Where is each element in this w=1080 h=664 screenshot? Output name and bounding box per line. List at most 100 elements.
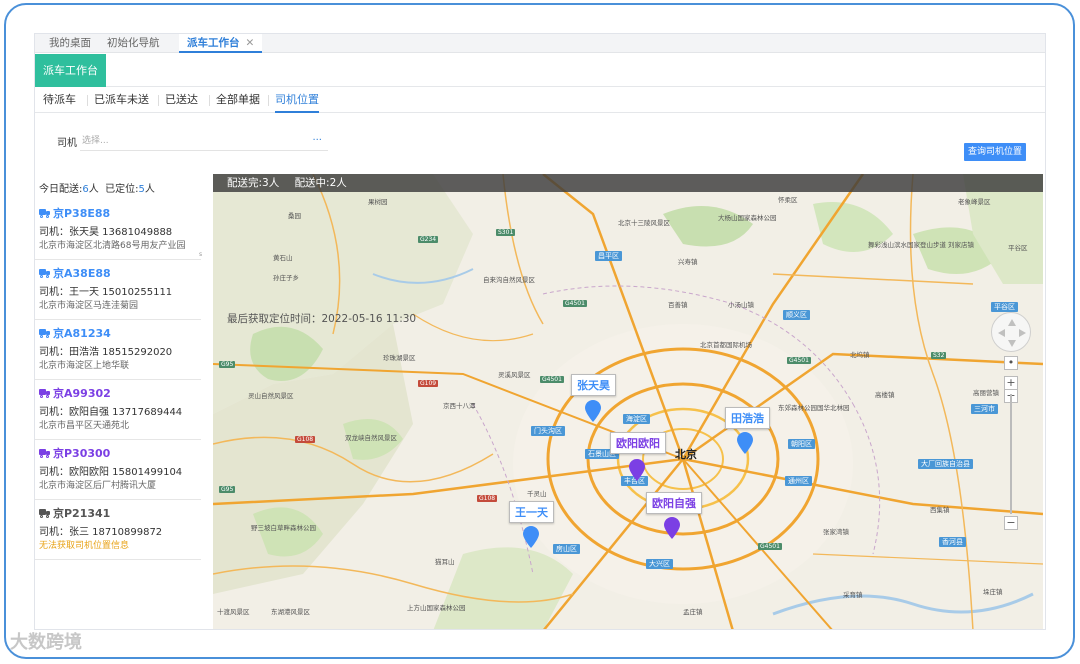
driver-marker-label[interactable]: 张天昊 [571, 374, 616, 396]
tab-my-desktop[interactable]: 我的桌面 [49, 34, 91, 53]
query-bar: 司机 选择... ··· 查询司机位置 [35, 114, 1045, 172]
city-label: 北京 [675, 448, 697, 461]
tab-delivered[interactable]: 已送达 [158, 88, 198, 113]
driver-pin-icon[interactable] [737, 432, 753, 454]
vehicle-list-item[interactable]: 京A99302 司机：欧阳自强 13717689444 北京市昌平区天通苑北 [35, 380, 201, 440]
vehicle-driver: 司机：王一天 15010255111 [39, 287, 173, 298]
vehicle-list-item[interactable]: 京P38E88 司机：张天昊 13681049888 北京市海淀区北清路68号用友产… [35, 200, 201, 260]
tab-dispatched[interactable]: 已派车未送 [87, 88, 149, 113]
highway-sign: G4501 [787, 357, 811, 364]
map-pin-shape [523, 526, 539, 548]
vehicle-driver: 司机：田浩浩 18515292020 [39, 347, 173, 358]
located-unit: 人 [144, 184, 155, 195]
place-label: 双龙峡自然风景区 [345, 434, 397, 442]
vehicle-plate-row: 京P30300 [39, 446, 110, 460]
driver-marker-label[interactable]: 欧阳自强 [646, 492, 702, 514]
highway-sign: G4501 [758, 543, 782, 550]
scroll-indicator[interactable]: s [199, 251, 202, 258]
vehicle-plate-row: 京P21341 [39, 506, 110, 520]
vehicle-list-panel: 今日配送:6人 已定位:5人 京P38E88 司机：张天昊 13681049888… [35, 172, 205, 629]
tab-driver-location[interactable]: 司机位置 [268, 88, 319, 113]
place-label: 西集镇 [930, 506, 950, 514]
vehicle-address: 北京市海淀区上地华联 [39, 361, 130, 371]
page-title-band: 派车工作台 [35, 54, 1045, 87]
driver-pin-icon[interactable] [664, 517, 680, 539]
vehicle-address: 北京市海淀区马连洼菊园 [39, 301, 139, 311]
locate-button[interactable]: • [1004, 356, 1018, 370]
close-icon[interactable]: ✕ [246, 37, 255, 49]
vehicle-list-item[interactable]: 京A38E88 司机：王一天 15010255111 北京市海淀区马连洼菊园 [35, 260, 201, 320]
tab-all-orders[interactable]: 全部单据 [209, 88, 260, 113]
driver-pin-icon[interactable] [523, 526, 539, 548]
vehicle-plate: 京P38E88 [53, 207, 111, 220]
place-label: 野三坡白草畔森林公园 [251, 524, 316, 532]
top-tab-bar: 我的桌面 初始化导航 派车工作台 ✕ [35, 34, 1045, 53]
driver-marker-label[interactable]: 王一天 [509, 501, 554, 523]
place-label: 东湖港风景区 [271, 608, 310, 616]
vehicle-list-item[interactable]: 京A81234 司机：田浩浩 18515292020 北京市海淀区上地华联 [35, 320, 201, 380]
district-badge: 房山区 [553, 544, 580, 554]
vehicle-plate: 京P30300 [53, 447, 111, 460]
vehicle-list-item[interactable]: 京P30300 司机：欧阳欧阳 15801499104 北京市海淀区后厂村腾讯大厦 [35, 440, 201, 500]
highway-sign: G95 [219, 486, 236, 493]
highway-sign: G109 [418, 380, 439, 387]
place-label: 北京首都国际机场 [700, 341, 752, 349]
driver-select-input[interactable]: 选择... ··· [80, 131, 328, 151]
place-label: 平谷区 [1008, 244, 1028, 252]
vehicle-address: 北京市昌平区天通苑北 [39, 421, 130, 431]
place-label: 京西十八潭 [443, 402, 476, 410]
truck-icon [39, 389, 50, 398]
driver-pin-icon[interactable] [585, 400, 601, 422]
place-label: 北坞镇 [850, 351, 870, 359]
district-badge: 门头沟区 [531, 426, 565, 436]
place-label: 桑园 [288, 212, 301, 220]
place-label: 高丽营镇 [973, 389, 999, 397]
truck-icon [39, 329, 50, 338]
map-status-bar: 配送完:3人 配送中:2人 [213, 174, 1043, 192]
vehicle-plate-row: 京P38E88 [39, 206, 110, 220]
vehicle-list-item[interactable]: 京P21341 司机：张三 18710899872 无法获取司机位置信息 [35, 500, 201, 560]
place-label: 小汤山镇 [728, 301, 754, 309]
located-label: 已定位: [105, 184, 139, 195]
highway-sign: G234 [418, 236, 439, 243]
vehicle-plate: 京A81234 [53, 327, 111, 340]
district-badge: 三河市 [971, 404, 998, 414]
place-label: 大杨山国家森林公园 [718, 214, 777, 222]
map-pin-shape [629, 459, 645, 481]
vehicle-address: 无法获取司机位置信息 [39, 541, 130, 551]
more-options-icon[interactable]: ··· [312, 131, 322, 151]
vehicle-driver: 司机：张三 18710899872 [39, 527, 163, 538]
driver-marker-label[interactable]: 田浩浩 [725, 407, 770, 429]
place-label: 北京十三陵风景区 [618, 219, 670, 227]
place-label: 垛庄镇 [983, 588, 1003, 596]
highway-sign: G108 [477, 495, 498, 502]
zoom-in-button[interactable]: + [1004, 376, 1018, 390]
tab-pending[interactable]: 待派车 [43, 88, 76, 113]
highway-sign: S32 [931, 352, 947, 359]
district-badge: 海淀区 [623, 414, 650, 424]
district-badge: 大厂回族自治县 [918, 459, 973, 469]
tab-dispatch-workbench-label: 派车工作台 [187, 37, 240, 49]
place-label: 自来沟自然风景区 [483, 276, 535, 284]
place-label: 灵山自然风景区 [248, 392, 294, 400]
place-label: 张家湾镇 [823, 528, 849, 536]
map-pin-shape [585, 400, 601, 422]
query-driver-location-button[interactable]: 查询司机位置 [964, 143, 1026, 161]
map-pan-control[interactable] [991, 312, 1031, 352]
tab-dispatch-workbench[interactable]: 派车工作台 ✕ [179, 34, 263, 53]
tab-init-nav[interactable]: 初始化导航 [107, 34, 160, 53]
truck-icon [39, 209, 50, 218]
place-label: 怀柔区 [778, 196, 798, 204]
zoom-slider-track[interactable] [1010, 394, 1012, 514]
zoom-min-button[interactable]: − [1004, 516, 1018, 530]
place-label: 十渡风景区 [217, 608, 250, 616]
map-pin-shape [664, 517, 680, 539]
district-badge: 昌平区 [595, 251, 622, 261]
district-badge: 平谷区 [991, 302, 1018, 312]
highway-sign: G4501 [563, 300, 587, 307]
vehicle-plate-row: 京A38E88 [39, 266, 111, 280]
place-label: 兴寿镇 [678, 258, 698, 266]
driver-pin-icon[interactable] [629, 459, 645, 481]
driver-marker-label[interactable]: 欧阳欧阳 [610, 432, 666, 454]
driver-location-map[interactable]: 桑园 果树园 黄石山 北京十三陵风景区 大杨山国家森林公园 怀柔区 老象峰景区 … [213, 174, 1043, 629]
